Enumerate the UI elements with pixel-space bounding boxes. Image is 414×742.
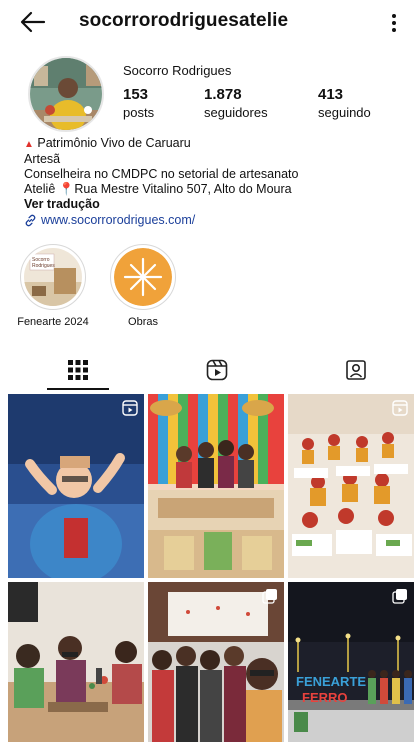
followers-count-value: 1.878 xyxy=(204,86,242,103)
map-pin-icon: 📍 xyxy=(58,182,75,196)
highlight-cover: Socorro Rodrigues xyxy=(24,248,82,306)
post-thumbnail[interactable] xyxy=(148,582,284,742)
bio-heritage: Patrimônio Vivo de Caruaru xyxy=(37,136,191,150)
post-thumbnail[interactable]: FENEARTE FERRO xyxy=(288,582,414,742)
carousel-badge-icon xyxy=(392,589,407,604)
fenearte-sign-text: FENEARTE xyxy=(296,674,366,689)
content-tabs xyxy=(0,348,414,390)
profile-bio: ▲ Patrimônio Vivo de Caruaru Artesã Cons… xyxy=(24,136,404,228)
link-icon xyxy=(25,214,36,227)
reel-badge-icon xyxy=(392,400,408,416)
following-count-label: seguindo xyxy=(318,105,371,120)
bio-address-prefix: Ateliê xyxy=(24,182,56,196)
highlight-ring xyxy=(110,244,176,310)
posts-grid: FENEARTE FERRO xyxy=(8,394,414,742)
post-thumbnail[interactable] xyxy=(8,582,144,742)
following-count-value: 413 xyxy=(318,86,344,103)
highlight-label: Obras xyxy=(128,316,158,328)
post-thumbnail[interactable] xyxy=(8,394,144,578)
highlight-cover xyxy=(114,248,172,306)
grid-icon[interactable] xyxy=(66,358,90,382)
bio-occupation: Artesã xyxy=(24,152,61,166)
top-bar: socorrorodriguesatelie xyxy=(0,0,414,44)
svg-text:FERRO: FERRO xyxy=(302,690,348,705)
back-arrow-icon[interactable] xyxy=(18,8,48,36)
more-vertical-icon[interactable] xyxy=(384,9,404,37)
posts-count-value: 153 xyxy=(123,86,149,103)
highlight-fenearte[interactable]: Socorro Rodrigues Fenearte 2024 xyxy=(17,244,89,328)
bio-line: ▲ Patrimônio Vivo de Caruaru xyxy=(24,136,404,152)
see-translation-link[interactable]: Ver tradução xyxy=(24,197,404,212)
website-url: www.socorrorodrigues.com/ xyxy=(41,213,196,227)
highlight-obras[interactable]: Obras xyxy=(110,244,176,328)
followers-count[interactable]: 1.878 seguidores xyxy=(204,86,268,120)
highlight-ring: Socorro Rodrigues xyxy=(20,244,86,310)
posts-count[interactable]: 153 posts xyxy=(123,86,154,120)
bio-address-line: Ateliê 📍Rua Mestre Vitalino 507, Alto do… xyxy=(24,182,404,197)
reels-icon[interactable] xyxy=(205,358,229,382)
followers-count-label: seguidores xyxy=(204,105,268,120)
carousel-badge-icon xyxy=(262,589,277,604)
display-name: Socorro Rodrigues xyxy=(123,63,232,78)
profile-avatar[interactable] xyxy=(28,56,104,132)
highlight-label: Fenearte 2024 xyxy=(17,316,89,328)
reel-badge-icon xyxy=(122,400,138,416)
bio-council: Conselheira no CMDPC no setorial de arte… xyxy=(24,167,299,181)
sparkle-icon xyxy=(123,257,163,297)
profile-username: socorrorodriguesatelie xyxy=(79,10,289,31)
svg-text:Rodrigues: Rodrigues xyxy=(32,263,55,269)
following-count[interactable]: 413 seguindo xyxy=(318,86,371,120)
posts-count-label: posts xyxy=(123,105,155,120)
bio-address: Rua Mestre Vitalino 507, Alto do Moura xyxy=(74,182,292,196)
post-thumbnail[interactable] xyxy=(288,394,414,578)
website-link[interactable]: www.socorrorodrigues.com/ xyxy=(24,213,404,228)
post-thumbnail[interactable] xyxy=(148,394,284,578)
tagged-icon[interactable] xyxy=(344,358,368,382)
active-tab-indicator xyxy=(47,388,109,390)
red-triangle-icon: ▲ xyxy=(24,139,34,150)
